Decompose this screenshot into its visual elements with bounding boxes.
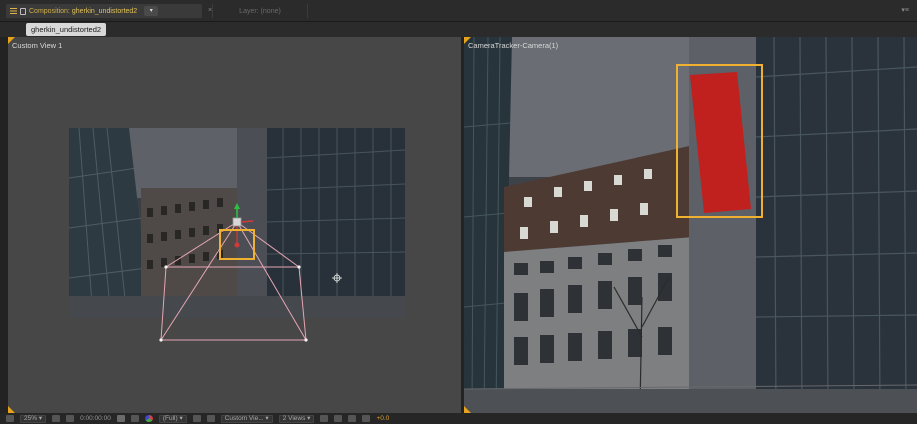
panel-options-icon[interactable]: ▾≡ bbox=[901, 6, 909, 14]
view-corner-marker bbox=[8, 406, 15, 413]
timeline-icon[interactable] bbox=[334, 415, 343, 422]
show-snapshot-icon[interactable] bbox=[130, 415, 139, 422]
frustum-corner-handles bbox=[159, 265, 308, 342]
panel-menu-icon[interactable] bbox=[10, 8, 17, 14]
camera-view-label: CameraTracker-Camera(1) bbox=[468, 41, 559, 50]
current-time-display[interactable]: 0:00:00:00 bbox=[80, 415, 111, 422]
composition-tab-title: Composition: gherkin_undistorted2 bbox=[29, 7, 138, 15]
view-corner-marker bbox=[464, 37, 471, 44]
camera-view-panel[interactable]: CameraTracker-Camera(1) bbox=[464, 37, 917, 413]
fast-previews-icon[interactable] bbox=[192, 415, 201, 422]
snapshot-camera-icon[interactable] bbox=[116, 415, 125, 422]
composition-tab[interactable]: Composition: gherkin_undistorted2 ▾ bbox=[6, 4, 202, 18]
toggle-pixel-aspect-icon[interactable] bbox=[320, 415, 329, 422]
view-corner-marker bbox=[8, 37, 15, 44]
camera-frustum-overlay[interactable] bbox=[8, 37, 461, 413]
3d-view-dropdown[interactable]: Custom Vie... ▾ bbox=[220, 414, 273, 423]
x-axis-handle bbox=[240, 220, 254, 223]
viewer-tab-bar: Composition: gherkin_undistorted2 ▾ × La… bbox=[0, 0, 917, 22]
transparency-grid-icon[interactable] bbox=[206, 415, 215, 422]
always-preview-icon[interactable] bbox=[6, 415, 14, 422]
viewer-toolbar: 25% ▾ 0:00:00:00 (Full) ▾ Custom Vie... … bbox=[0, 413, 917, 424]
breadcrumb-composition[interactable]: gherkin_undistorted2 bbox=[26, 23, 107, 36]
reset-exposure-icon[interactable] bbox=[362, 415, 371, 422]
custom-view-panel[interactable]: Custom View 1 bbox=[8, 37, 461, 413]
lock-icon[interactable] bbox=[20, 7, 26, 15]
channel-color-icon[interactable] bbox=[144, 415, 153, 422]
target-point-icon bbox=[332, 273, 342, 283]
composition-navigator: gherkin_undistorted2 bbox=[0, 22, 917, 37]
exposure-value[interactable]: +0.0 bbox=[376, 415, 389, 422]
composition-dropdown-button[interactable]: ▾ bbox=[144, 6, 159, 16]
safe-margins-icon[interactable] bbox=[52, 415, 61, 422]
resolution-dropdown[interactable]: (Full) ▾ bbox=[158, 414, 187, 423]
region-of-interest-icon[interactable] bbox=[66, 415, 75, 422]
layer-tab[interactable]: Layer: (none) bbox=[212, 4, 308, 18]
comp-flowchart-icon[interactable] bbox=[348, 415, 357, 422]
zoom-dropdown[interactable]: 25% ▾ bbox=[20, 414, 47, 423]
custom-view-label: Custom View 1 bbox=[12, 41, 63, 50]
view-layout-dropdown[interactable]: 2 Views ▾ bbox=[278, 414, 315, 423]
view-corner-marker bbox=[464, 406, 471, 413]
footage-frame-camera bbox=[464, 37, 917, 413]
camera-icon bbox=[232, 217, 242, 227]
